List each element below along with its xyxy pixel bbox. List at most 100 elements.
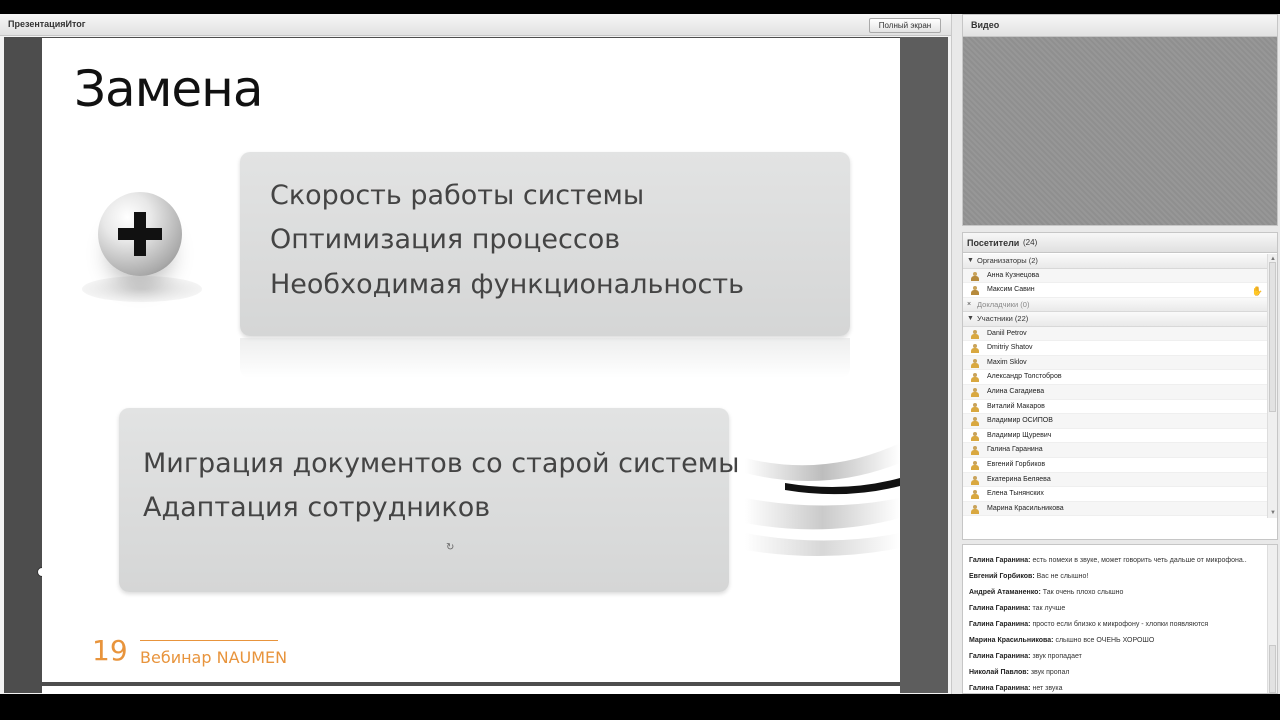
chat-text: нет звука	[1032, 685, 1063, 692]
attendee-row[interactable]: Евгений Горбиков	[963, 458, 1267, 473]
attendee-name: Владимир Щуревич	[987, 431, 1052, 439]
plus-ball-shadow	[82, 276, 202, 302]
benefit-line: Скорость работы системы	[270, 180, 645, 211]
attendee-name: Алина Сагадиева	[987, 388, 1045, 396]
user-icon	[971, 431, 979, 441]
chat-message: Галина Гаранина: просто если близко к ми…	[963, 617, 1267, 633]
chat-message: Галина Гаранина: нет звука	[963, 681, 1267, 693]
group-label: Докладчики (0)	[977, 299, 1030, 309]
chat-text: слышно все ОЧЕНЬ ХОРОШО	[1055, 637, 1155, 644]
chat-author: Галина Гаранина:	[969, 605, 1031, 612]
presentation-title: ПрезентацияИтог	[8, 19, 86, 29]
chat-text: так лучше	[1032, 605, 1066, 612]
collapse-icon: ×	[967, 300, 972, 308]
chat-messages: Галина Гаранина: есть помехи в звуке, мо…	[963, 553, 1267, 693]
attendees-scrollbar[interactable]: ▲ ▼	[1267, 254, 1277, 518]
attendee-row[interactable]: Maxim Sklov	[963, 355, 1267, 371]
chat-scrollbar[interactable]	[1267, 545, 1277, 693]
scrollbar-thumb[interactable]	[1269, 262, 1276, 412]
mouse-cursor-icon: ↻	[446, 542, 455, 553]
benefit-line: Необходимая функциональность	[270, 269, 745, 300]
attendees-list: ▼ Организаторы (2) Анна Кузнецова Максим…	[963, 254, 1267, 518]
chat-message: Николай Павлов: звук пропал	[963, 665, 1267, 681]
attendee-name: Владимир ОСИПОВ	[987, 417, 1053, 425]
attendee-name: Daniil Petrov	[987, 329, 1027, 337]
expand-icon: ▼	[967, 257, 974, 264]
attendee-row[interactable]: Марина Красильникова	[963, 501, 1267, 517]
user-icon	[971, 490, 979, 500]
slide-footer: Вебинар NAUMEN	[140, 648, 288, 667]
next-slide-edge	[42, 686, 900, 694]
group-label: Участники (22)	[977, 314, 1029, 324]
presentation-pod-header: ПрезентацияИтог Полный экран	[0, 14, 951, 36]
slide: Замена Скорость работы системы Оптимизац…	[42, 38, 900, 682]
attendee-name: Анна Кузнецова	[987, 271, 1040, 279]
chat-author: Галина Гаранина:	[969, 685, 1031, 692]
chat-author: Галина Гаранина:	[969, 621, 1031, 628]
video-title: Видео	[971, 20, 1000, 30]
chat-message: Евгений Горбиков: Вас не слышно!	[963, 569, 1267, 585]
chat-message: Марина Красильникова: слышно все ОЧЕНЬ Х…	[963, 633, 1267, 649]
attendee-name: Галина Гаранина	[987, 446, 1043, 454]
attendee-row[interactable]: Алина Сагадиева	[963, 385, 1267, 400]
user-icon	[971, 329, 979, 339]
chat-author: Николай Павлов:	[969, 669, 1029, 676]
attendee-row[interactable]: Виталий Макаров	[963, 400, 1267, 415]
attendee-name: Евгений Горбиков	[987, 461, 1046, 469]
attendee-row[interactable]: Владимир ОСИПОВ	[963, 414, 1267, 429]
user-icon	[971, 446, 979, 456]
attendee-row[interactable]: Daniil Petrov	[963, 326, 1267, 342]
attendee-row[interactable]: Владимир Щуревич	[963, 429, 1267, 444]
chat-text: Так очень плохо слышно	[1042, 589, 1124, 596]
host-user-icon	[971, 271, 979, 281]
stage-side-bar	[900, 37, 948, 693]
benefit-line: Оптимизация процессов	[270, 224, 621, 255]
group-organizers[interactable]: ▼ Организаторы (2)	[963, 254, 1267, 269]
attendee-name: Екатерина Беляева	[987, 475, 1051, 483]
user-icon	[971, 417, 979, 427]
chat-text: звук пропадает	[1032, 653, 1082, 660]
attendee-name: Максим Савин	[987, 286, 1035, 294]
user-icon	[971, 402, 979, 412]
user-icon	[971, 388, 979, 398]
chat-author: Галина Гаранина:	[969, 653, 1031, 660]
chat-author: Марина Красильникова:	[969, 637, 1054, 644]
user-icon	[971, 358, 979, 368]
attendee-name: Виталий Макаров	[987, 402, 1045, 410]
user-icon	[971, 461, 979, 471]
attendee-row[interactable]: Екатерина Беляева	[963, 472, 1267, 488]
task-line: Адаптация сотрудников	[143, 492, 491, 523]
user-icon	[971, 504, 979, 514]
user-icon	[971, 373, 979, 383]
plus-icon-horizontal	[118, 228, 162, 240]
fullscreen-button[interactable]: Полный экран	[869, 18, 941, 33]
attendees-count: (24)	[1023, 238, 1038, 247]
scroll-down-icon[interactable]: ▼	[1270, 510, 1276, 516]
raise-hand-icon: ✋	[1251, 286, 1263, 297]
attendee-row[interactable]: Галина Гаранина	[963, 443, 1267, 459]
scrollbar-thumb[interactable]	[1269, 645, 1276, 693]
attendee-name: Maxim Sklov	[987, 358, 1027, 366]
presentation-pod: ПрезентацияИтог Полный экран Замена Скор…	[0, 14, 952, 694]
decorative-swoosh	[745, 443, 900, 557]
benefits-panel: Скорость работы системы Оптимизация проц…	[240, 152, 850, 336]
group-presenters[interactable]: × Докладчики (0)	[963, 297, 1267, 313]
group-participants[interactable]: ▼ Участники (22)	[963, 312, 1267, 327]
attendee-row[interactable]: Dmitriy Shatov	[963, 341, 1267, 356]
video-area	[963, 37, 1277, 225]
attendee-row[interactable]: Анна Кузнецова	[963, 268, 1267, 284]
attendee-row[interactable]: Александр Толстобров	[963, 370, 1267, 386]
chat-message: Галина Гаранина: звук пропадает	[963, 649, 1267, 665]
attendees-header: Посетители (24)	[963, 233, 1277, 253]
host-user-icon	[971, 286, 979, 296]
chat-message: Андрей Атаманенко: Так очень плохо слышн…	[963, 585, 1267, 601]
plus-icon	[98, 192, 182, 276]
video-pod-header: Видео	[963, 15, 1277, 37]
video-pod: Видео	[962, 14, 1278, 226]
slide-title: Замена	[74, 60, 264, 118]
task-line: Миграция документов со старой системы	[143, 448, 740, 479]
chat-text: есть помехи в звуке, может говорить четь…	[1032, 557, 1247, 564]
attendee-row[interactable]: Елена Тынянских	[963, 487, 1267, 502]
attendee-row[interactable]: Максим Савин ✋	[963, 283, 1267, 298]
chat-text: звук пропал	[1030, 669, 1070, 676]
